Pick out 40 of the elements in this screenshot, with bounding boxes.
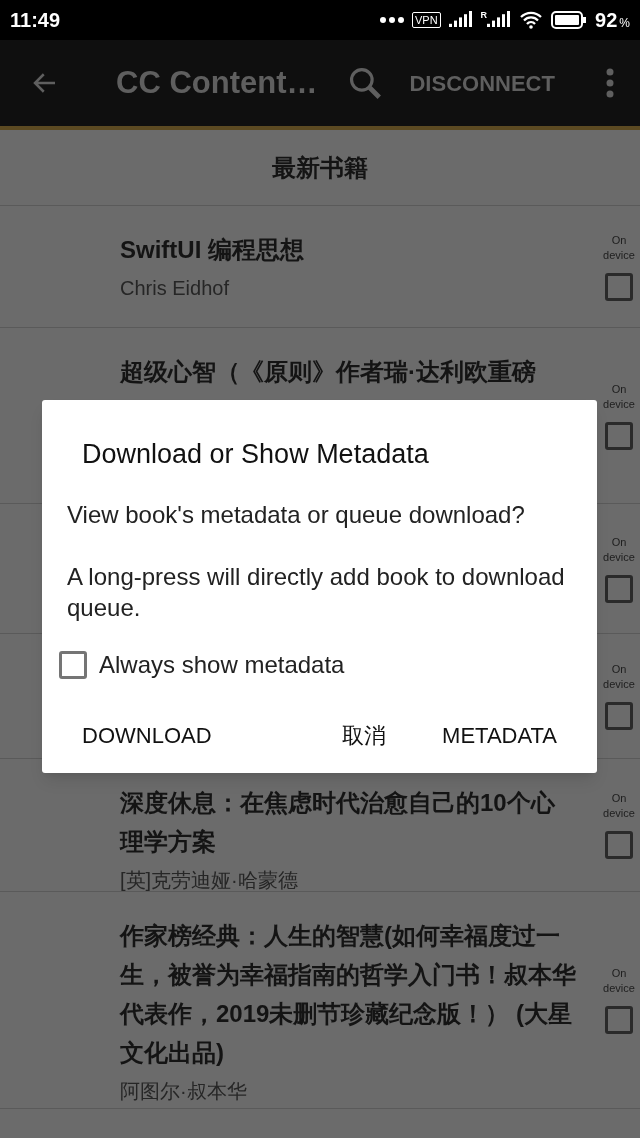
book-title: 作家榜经典：人生的智慧(如何幸福度过一生，被誉为幸福指南的哲学入门书！叔本华代表作，2019未删节珍藏纪念版！） (大星文化出品) — [120, 921, 577, 1068]
wifi-icon — [519, 11, 544, 29]
book-author: Chris Eidhof — [120, 276, 230, 301]
book-title: SwiftUI 编程思想 — [120, 235, 305, 265]
book-title: 深度休息：在焦虑时代治愈自己的10个心理学方案 — [120, 788, 556, 857]
on-device-label: On device — [602, 232, 636, 263]
on-device-checkbox[interactable] — [605, 272, 633, 301]
book-author: [英]克劳迪娅·哈蒙德 — [120, 868, 299, 893]
on-device-label: On device — [602, 534, 636, 565]
dialog-button[interactable]: METADATA — [426, 712, 573, 759]
dialog-title: Download or Show Metadata — [81, 438, 430, 471]
battery-percent: 92 — [595, 8, 618, 33]
on-device-label: On device — [602, 966, 636, 996]
book-author: 阿图尔·叔本华 — [120, 1079, 248, 1104]
signal-icon — [487, 11, 512, 29]
roaming-indicator: R — [480, 11, 488, 20]
battery-icon — [551, 11, 588, 29]
signal-icon — [448, 11, 473, 29]
dialog-note: A long-press will directly add book to download queue. — [66, 561, 566, 623]
checkbox[interactable] — [59, 650, 87, 679]
on-device-checkbox[interactable] — [605, 421, 633, 450]
dialog-button[interactable]: 取消 — [326, 712, 403, 759]
dialog-button[interactable]: DOWNLOAD — [66, 712, 228, 759]
vpn-badge: VPN — [411, 12, 441, 28]
on-device-checkbox[interactable] — [605, 702, 633, 730]
clock: 11:49 — [10, 8, 61, 33]
book-title: 超级心智（《原则》作者瑞·达利欧重磅 — [120, 357, 537, 387]
more-dots-icon — [379, 17, 404, 23]
on-device-label: On device — [602, 381, 636, 412]
on-device-checkbox[interactable] — [605, 574, 633, 603]
on-device-label: On device — [602, 662, 636, 692]
app-title: CC Content… — [116, 63, 318, 102]
checkbox-label[interactable]: Always show metadata — [99, 646, 345, 683]
dialog-message: View book's metadata or queue download? — [66, 499, 526, 530]
on-device-checkbox[interactable] — [605, 831, 633, 859]
percent-sign: % — [619, 15, 630, 32]
on-device-checkbox[interactable] — [605, 1006, 633, 1034]
overflow-menu-icon — [606, 68, 614, 98]
on-device-label: On device — [602, 791, 636, 821]
section-title: 最新书籍 — [272, 152, 368, 183]
